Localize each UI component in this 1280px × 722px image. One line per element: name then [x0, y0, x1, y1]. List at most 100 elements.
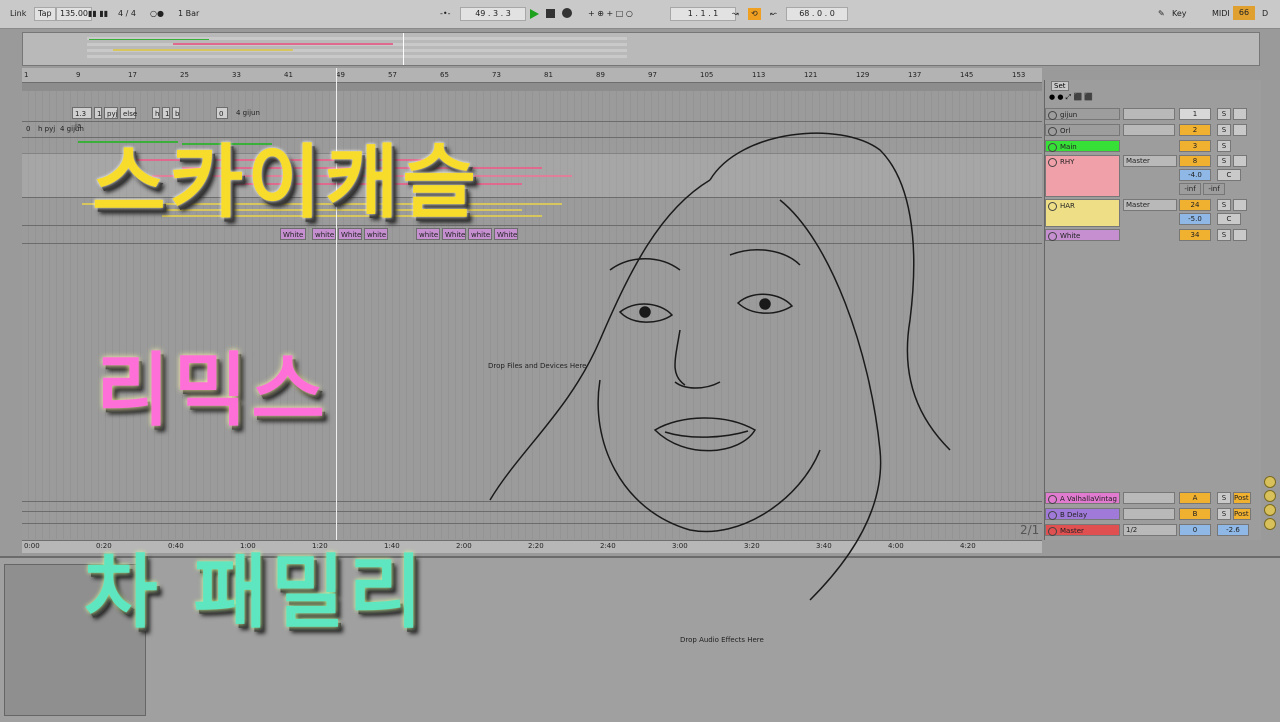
- clip-slot[interactable]: [1123, 492, 1175, 504]
- track-activator-icon[interactable]: [1048, 127, 1057, 136]
- position-field[interactable]: 49 . 3 . 3: [460, 7, 526, 21]
- master-volume[interactable]: -2.6: [1217, 524, 1249, 536]
- output-route[interactable]: Master: [1123, 199, 1177, 211]
- sends-toggle-icon[interactable]: [1264, 490, 1276, 502]
- key-map-button[interactable]: Key: [1172, 8, 1187, 20]
- play-button[interactable]: [530, 9, 539, 19]
- track-name[interactable]: gijun: [1045, 108, 1120, 120]
- mixer-track-rhy[interactable]: RHY Master 8 S -4.0 C -inf -inf: [1045, 155, 1261, 199]
- arm-button[interactable]: [1233, 199, 1247, 211]
- master-name[interactable]: Master: [1045, 524, 1120, 536]
- mixer-track-orl[interactable]: Orl 2 S: [1045, 124, 1261, 138]
- signature-field[interactable]: 4 / 4: [118, 8, 136, 20]
- return-letter[interactable]: A: [1179, 492, 1211, 504]
- clip-slot[interactable]: [1123, 508, 1175, 520]
- track-activator-icon[interactable]: [1048, 111, 1057, 120]
- bar-tick: 121: [804, 71, 818, 79]
- clip[interactable]: h pyj: [36, 123, 60, 135]
- pencil-icon[interactable]: ✎: [1158, 8, 1165, 20]
- solo-button[interactable]: S: [1217, 124, 1231, 136]
- loop-brace-strip[interactable]: [22, 83, 1042, 91]
- solo-button[interactable]: S: [1217, 229, 1231, 241]
- track-name[interactable]: Main: [1045, 140, 1120, 152]
- overdub-icon[interactable]: + ⊕ + □ ○: [588, 8, 633, 20]
- solo-button[interactable]: S: [1217, 140, 1231, 152]
- volume-field[interactable]: -5.0: [1179, 213, 1211, 225]
- track-number[interactable]: 8: [1179, 155, 1211, 167]
- arm-button[interactable]: [1233, 124, 1247, 136]
- record-button[interactable]: [562, 8, 572, 18]
- mixer-master[interactable]: Master 1/2 0 -2.6: [1045, 524, 1261, 538]
- post-button[interactable]: Post: [1233, 508, 1251, 520]
- track-name[interactable]: HAR: [1045, 199, 1120, 227]
- track-name[interactable]: White: [1045, 229, 1120, 241]
- track-name[interactable]: RHY: [1045, 155, 1120, 197]
- clip-slot[interactable]: [1123, 124, 1175, 136]
- track-activator-icon[interactable]: [1048, 143, 1057, 152]
- arrangement-overview[interactable]: [22, 32, 1260, 66]
- loop-length-field[interactable]: 68 . 0 . 0: [786, 7, 848, 21]
- loop-toggle-icon[interactable]: ⟲: [748, 8, 761, 20]
- track-number[interactable]: 2: [1179, 124, 1211, 136]
- quantize-select[interactable]: 1 Bar: [178, 8, 199, 20]
- arm-button[interactable]: [1233, 108, 1247, 120]
- pan-field[interactable]: C: [1217, 213, 1241, 225]
- clip[interactable]: 0: [24, 123, 34, 135]
- mixer-return-a[interactable]: A ValhallaVintag A S Post: [1045, 492, 1261, 506]
- solo-button[interactable]: S: [1217, 155, 1231, 167]
- stop-button[interactable]: [546, 9, 555, 18]
- track-activator-icon[interactable]: [1048, 232, 1057, 241]
- midi-map-button[interactable]: MIDI: [1212, 8, 1230, 20]
- solo-button[interactable]: S: [1217, 508, 1231, 520]
- volume-field[interactable]: -4.0: [1179, 169, 1211, 181]
- tap-button[interactable]: Tap: [34, 7, 56, 21]
- mixer-toggle-icon[interactable]: [1264, 518, 1276, 530]
- clip-slot[interactable]: [1123, 108, 1175, 120]
- link-button[interactable]: Link: [10, 8, 26, 20]
- loop-start-field[interactable]: 1 . 1 . 1: [670, 7, 736, 21]
- set-button[interactable]: Set: [1051, 81, 1069, 91]
- return-name[interactable]: B Delay: [1045, 508, 1120, 520]
- follow-icon[interactable]: -•-: [440, 8, 451, 20]
- tempo-nudge-icon[interactable]: ▮▮ ▮▮: [88, 8, 108, 20]
- mixer-controls-icon[interactable]: ● ● ⤢ ⬛ ⬛: [1049, 93, 1093, 102]
- track-name[interactable]: Orl: [1045, 124, 1120, 136]
- output-route[interactable]: Master: [1123, 155, 1177, 167]
- bar-tick: 81: [544, 71, 553, 79]
- metronome-icon[interactable]: ○●: [150, 8, 164, 20]
- bar-tick: 73: [492, 71, 501, 79]
- track-activator-icon[interactable]: [1048, 511, 1057, 520]
- track-activator-icon[interactable]: [1048, 495, 1057, 504]
- clip[interactable]: 1.3 ja: [72, 107, 92, 130]
- mixer-track-white[interactable]: White 34 S: [1045, 229, 1261, 243]
- post-button[interactable]: Post: [1233, 492, 1251, 504]
- master-cue[interactable]: 0: [1179, 524, 1211, 536]
- track-activator-icon[interactable]: [1048, 158, 1057, 167]
- track-activator-icon[interactable]: [1048, 527, 1057, 536]
- track-number[interactable]: 1: [1179, 108, 1211, 120]
- track-number[interactable]: 24: [1179, 199, 1211, 211]
- master-route[interactable]: 1/2: [1123, 524, 1177, 536]
- io-toggle-icon[interactable]: [1264, 476, 1276, 488]
- track-number[interactable]: 3: [1179, 140, 1211, 152]
- solo-button[interactable]: S: [1217, 199, 1231, 211]
- punch-in-icon[interactable]: ↝: [732, 8, 739, 20]
- solo-button[interactable]: S: [1217, 108, 1231, 120]
- arm-button[interactable]: [1233, 155, 1247, 167]
- meter-readout: -inf: [1179, 183, 1201, 195]
- arm-button[interactable]: [1233, 229, 1247, 241]
- mixer-return-b[interactable]: B Delay B S Post: [1045, 508, 1261, 522]
- return-name[interactable]: A ValhallaVintag: [1045, 492, 1120, 504]
- pan-field[interactable]: C: [1217, 169, 1241, 181]
- track-number[interactable]: 34: [1179, 229, 1211, 241]
- track-activator-icon[interactable]: [1048, 202, 1057, 211]
- tempo-field[interactable]: 135.00: [56, 7, 92, 21]
- returns-toggle-icon[interactable]: [1264, 504, 1276, 516]
- mixer-track-gijun[interactable]: gijun 1 S: [1045, 108, 1261, 122]
- punch-out-icon[interactable]: ↜: [770, 8, 777, 20]
- bar-ruler[interactable]: 1 9 17 25 33 41 49 57 65 73 81 89 97 105…: [22, 68, 1042, 83]
- mixer-track-main[interactable]: Main 3 S: [1045, 140, 1261, 154]
- return-letter[interactable]: B: [1179, 508, 1211, 520]
- solo-button[interactable]: S: [1217, 492, 1231, 504]
- mixer-track-har[interactable]: HAR Master 24 S -5.0 C: [1045, 199, 1261, 229]
